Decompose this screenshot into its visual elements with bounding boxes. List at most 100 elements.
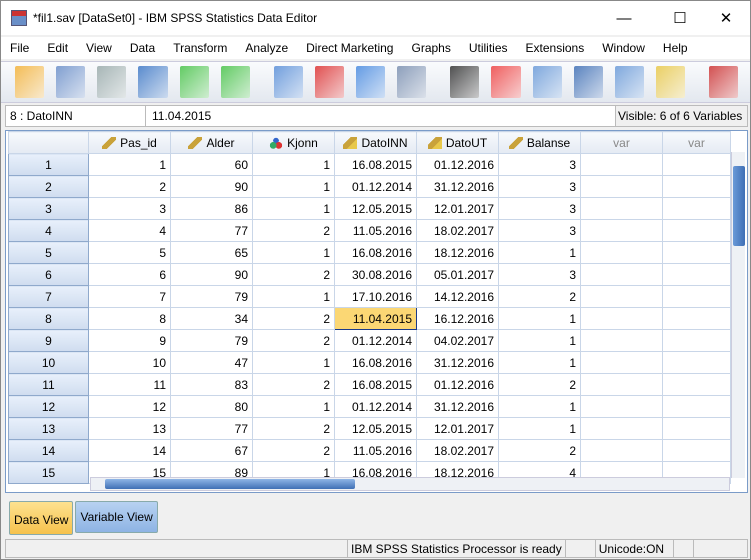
cell-balanse[interactable]: 2 bbox=[498, 439, 581, 462]
cell-datout[interactable]: 31.12.2016 bbox=[416, 175, 499, 198]
cell-alder[interactable]: 34 bbox=[170, 307, 253, 330]
cell-var-empty[interactable] bbox=[662, 351, 731, 374]
vertical-scroll-thumb[interactable] bbox=[733, 166, 745, 246]
cell-var-empty[interactable] bbox=[580, 307, 663, 330]
column-header-pas_id[interactable]: Pas_id bbox=[88, 131, 171, 154]
cell-kjonn[interactable]: 1 bbox=[252, 395, 335, 418]
minimize-button[interactable]: — bbox=[601, 1, 647, 35]
cell-kjonn[interactable]: 1 bbox=[252, 285, 335, 308]
cell-datoinn[interactable]: 01.12.2014 bbox=[334, 395, 417, 418]
row-header[interactable]: 12 bbox=[8, 395, 89, 418]
menu-graphs[interactable]: Graphs bbox=[402, 41, 459, 55]
cell-alder[interactable]: 65 bbox=[170, 241, 253, 264]
corner-cell[interactable] bbox=[8, 131, 89, 154]
cell-balanse[interactable]: 2 bbox=[498, 373, 581, 396]
cell-pas_id[interactable]: 14 bbox=[88, 439, 171, 462]
run-descriptives-icon[interactable] bbox=[397, 66, 427, 98]
row-header[interactable]: 13 bbox=[8, 417, 89, 440]
cell-alder[interactable]: 60 bbox=[170, 153, 253, 176]
cell-alder[interactable]: 77 bbox=[170, 219, 253, 242]
cell-var-empty[interactable] bbox=[662, 439, 731, 462]
redo-icon[interactable] bbox=[220, 66, 250, 98]
cell-var-empty[interactable] bbox=[662, 241, 731, 264]
menu-utilities[interactable]: Utilities bbox=[460, 41, 517, 55]
cell-var-empty[interactable] bbox=[580, 395, 663, 418]
column-header-alder[interactable]: Alder bbox=[170, 131, 253, 154]
row-header[interactable]: 4 bbox=[8, 219, 89, 242]
cell-pas_id[interactable]: 6 bbox=[88, 263, 171, 286]
cell-var-empty[interactable] bbox=[662, 219, 731, 242]
cell-kjonn[interactable]: 1 bbox=[252, 153, 335, 176]
cell-pas_id[interactable]: 12 bbox=[88, 395, 171, 418]
cell-datout[interactable]: 18.12.2016 bbox=[416, 241, 499, 264]
menu-view[interactable]: View bbox=[77, 41, 121, 55]
cell-var-empty[interactable] bbox=[580, 241, 663, 264]
cell-kjonn[interactable]: 2 bbox=[252, 439, 335, 462]
menu-analyze[interactable]: Analyze bbox=[236, 41, 297, 55]
cell-var-empty[interactable] bbox=[580, 417, 663, 440]
cell-datoinn[interactable]: 12.05.2015 bbox=[334, 197, 417, 220]
menu-file[interactable]: File bbox=[1, 41, 38, 55]
cell-pas_id[interactable]: 11 bbox=[88, 373, 171, 396]
cell-alder[interactable]: 83 bbox=[170, 373, 253, 396]
weight-cases-icon[interactable] bbox=[614, 66, 644, 98]
cell-kjonn[interactable]: 1 bbox=[252, 241, 335, 264]
cell-pas_id[interactable]: 5 bbox=[88, 241, 171, 264]
horizontal-scrollbar[interactable] bbox=[90, 477, 730, 491]
open-icon[interactable] bbox=[15, 66, 45, 98]
cell-var-empty[interactable] bbox=[662, 197, 731, 220]
cell-var-empty[interactable] bbox=[580, 153, 663, 176]
cell-var-empty[interactable] bbox=[662, 263, 731, 286]
undo-icon[interactable] bbox=[179, 66, 209, 98]
cell-kjonn[interactable]: 1 bbox=[252, 175, 335, 198]
cell-var-empty[interactable] bbox=[580, 285, 663, 308]
cell-kjonn[interactable]: 2 bbox=[252, 373, 335, 396]
cell-datout[interactable]: 04.02.2017 bbox=[416, 329, 499, 352]
cell-datout[interactable]: 01.12.2016 bbox=[416, 153, 499, 176]
cell-balanse[interactable]: 2 bbox=[498, 285, 581, 308]
select-cases-icon[interactable] bbox=[655, 66, 685, 98]
maximize-button[interactable]: ☐ bbox=[657, 1, 703, 35]
cell-datout[interactable]: 31.12.2016 bbox=[416, 351, 499, 374]
column-header-var[interactable]: var bbox=[580, 131, 663, 154]
split-file-icon[interactable] bbox=[573, 66, 603, 98]
vertical-scrollbar[interactable] bbox=[731, 152, 745, 478]
cell-kjonn[interactable]: 2 bbox=[252, 307, 335, 330]
cell-pas_id[interactable]: 9 bbox=[88, 329, 171, 352]
cell-datout[interactable]: 05.01.2017 bbox=[416, 263, 499, 286]
cell-pas_id[interactable]: 2 bbox=[88, 175, 171, 198]
cell-alder[interactable]: 79 bbox=[170, 329, 253, 352]
cell-datoinn[interactable]: 01.12.2014 bbox=[334, 175, 417, 198]
cell-var-empty[interactable] bbox=[662, 373, 731, 396]
cell-pas_id[interactable]: 1 bbox=[88, 153, 171, 176]
column-header-var[interactable]: var bbox=[662, 131, 731, 154]
row-header[interactable]: 6 bbox=[8, 263, 89, 286]
cell-balanse[interactable]: 1 bbox=[498, 307, 581, 330]
menu-extensions[interactable]: Extensions bbox=[517, 41, 594, 55]
cell-kjonn[interactable]: 1 bbox=[252, 351, 335, 374]
row-header[interactable]: 1 bbox=[8, 153, 89, 176]
horizontal-scroll-thumb[interactable] bbox=[105, 479, 355, 489]
cell-datout[interactable]: 31.12.2016 bbox=[416, 395, 499, 418]
menu-data[interactable]: Data bbox=[121, 41, 164, 55]
cell-pas_id[interactable]: 13 bbox=[88, 417, 171, 440]
cell-balanse[interactable]: 1 bbox=[498, 329, 581, 352]
save-icon[interactable] bbox=[56, 66, 86, 98]
cell-datout[interactable]: 14.12.2016 bbox=[416, 285, 499, 308]
row-header[interactable]: 10 bbox=[8, 351, 89, 374]
cell-var-empty[interactable] bbox=[662, 307, 731, 330]
row-header[interactable]: 11 bbox=[8, 373, 89, 396]
cell-kjonn[interactable]: 2 bbox=[252, 263, 335, 286]
goto-variable-icon[interactable] bbox=[314, 66, 344, 98]
cell-balanse[interactable]: 1 bbox=[498, 395, 581, 418]
cell-datoinn[interactable]: 16.08.2015 bbox=[334, 153, 417, 176]
cell-datoinn[interactable]: 12.05.2015 bbox=[334, 417, 417, 440]
cell-pas_id[interactable]: 3 bbox=[88, 197, 171, 220]
cell-var-empty[interactable] bbox=[580, 439, 663, 462]
cell-var-empty[interactable] bbox=[580, 263, 663, 286]
cell-pas_id[interactable]: 10 bbox=[88, 351, 171, 374]
row-header[interactable]: 2 bbox=[8, 175, 89, 198]
cell-alder[interactable]: 90 bbox=[170, 263, 253, 286]
value-labels-icon[interactable] bbox=[709, 66, 739, 98]
cell-var-empty[interactable] bbox=[662, 285, 731, 308]
